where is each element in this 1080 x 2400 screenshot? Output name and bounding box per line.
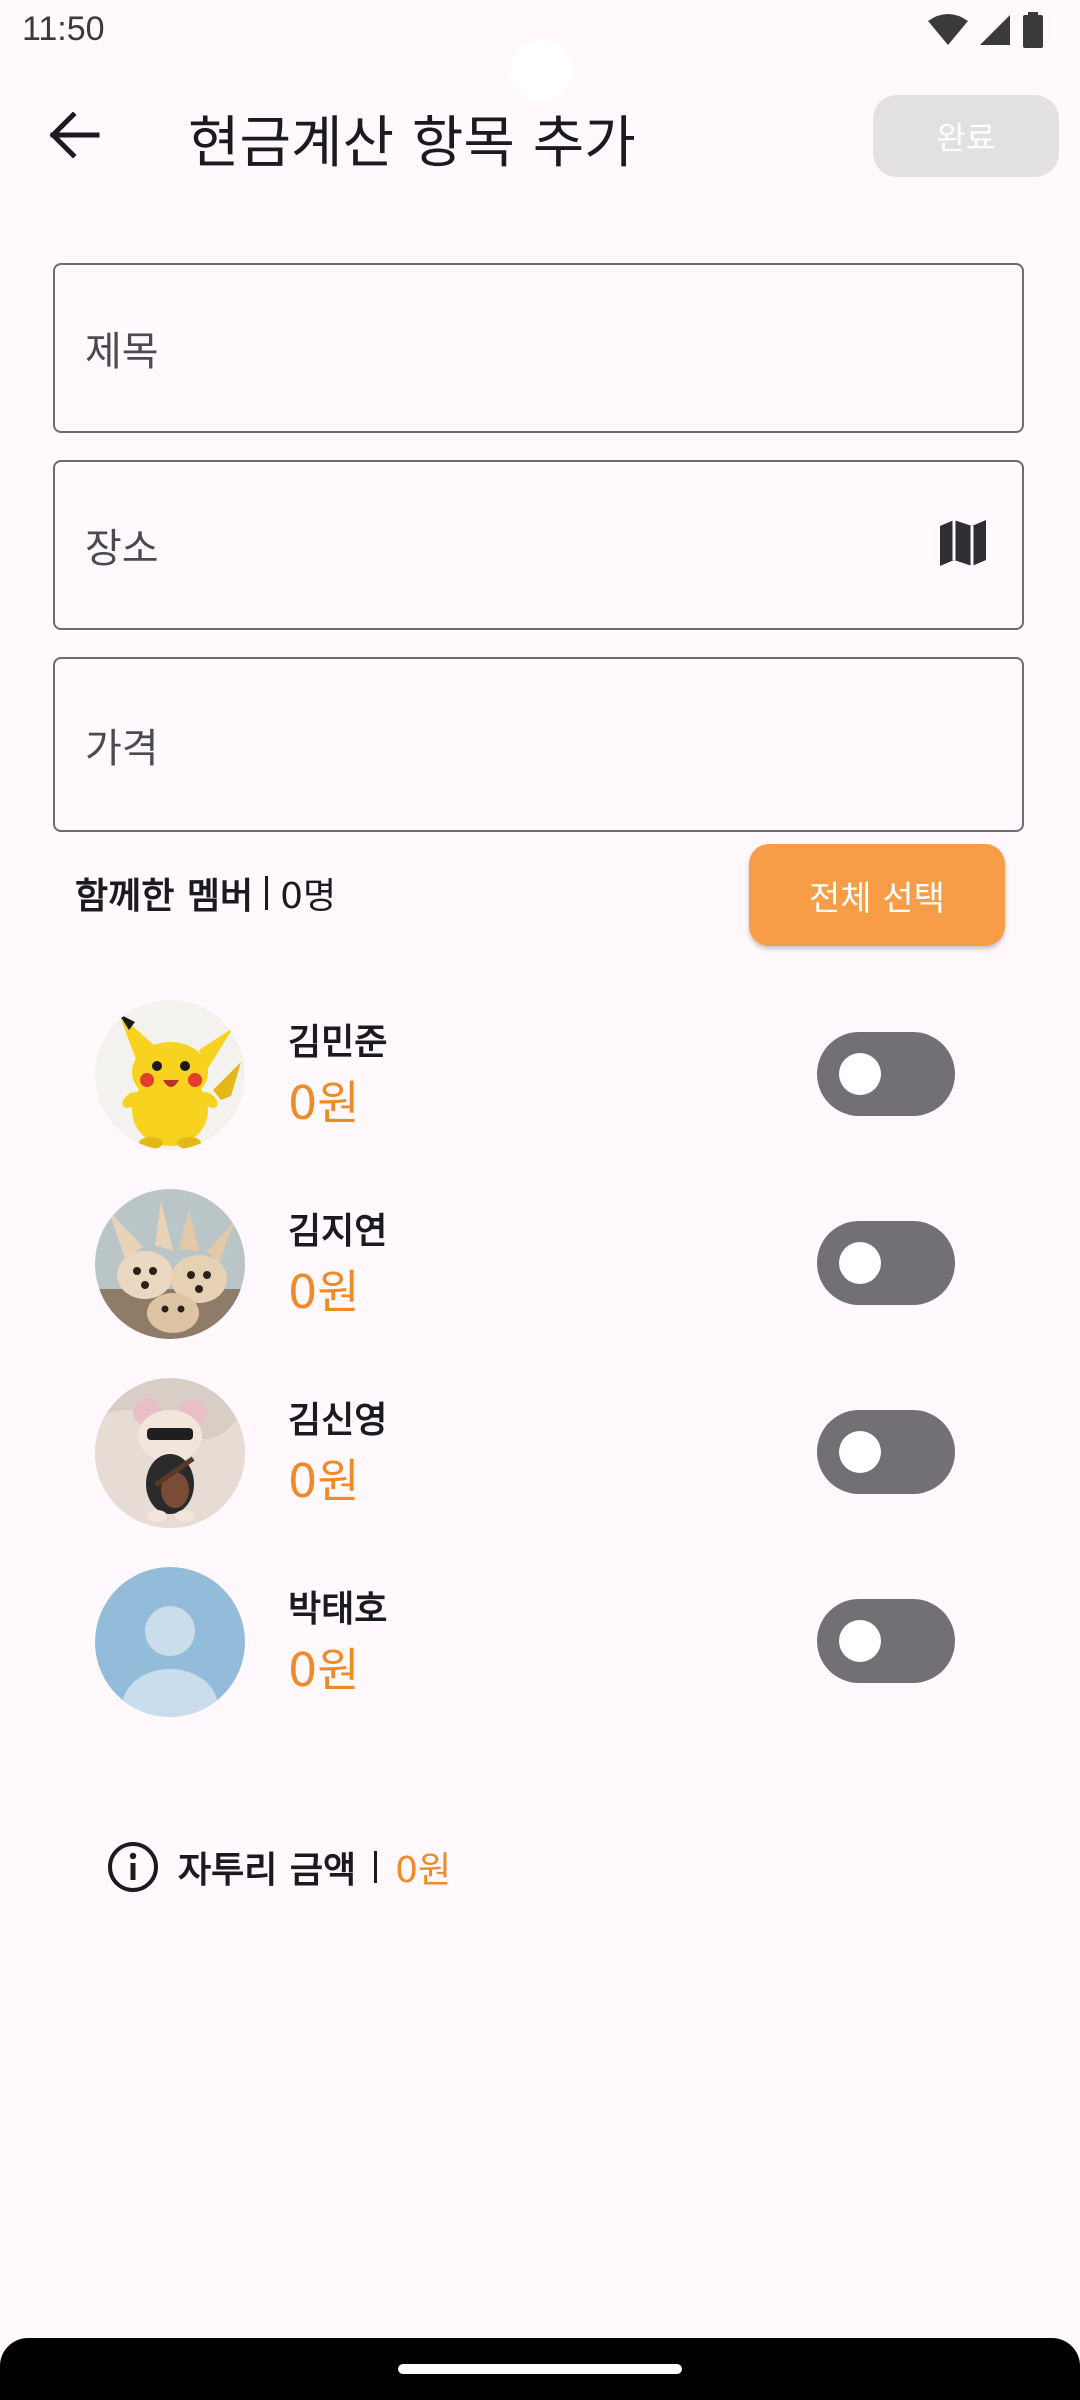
toggle-knob: [839, 1431, 881, 1473]
member-toggle[interactable]: [817, 1410, 955, 1494]
member-amount: 0원: [288, 1454, 360, 1508]
avatar-pikachu: [95, 1000, 245, 1150]
info-icon: [108, 1842, 158, 1892]
avatar-fennec-foxes: [95, 1189, 245, 1339]
member-row: 김신영 0원: [0, 1373, 1080, 1533]
home-gesture-handle[interactable]: [398, 2364, 682, 2374]
select-all-button[interactable]: 전체 선택: [749, 844, 1005, 946]
member-name: 김민준: [288, 1022, 388, 1063]
arrow-back-icon: [49, 112, 100, 158]
toggle-knob: [839, 1620, 881, 1662]
members-title: 함께한 멤버: [75, 876, 254, 917]
title-placeholder: 제목: [85, 329, 159, 375]
price-field[interactable]: 가격: [53, 657, 1024, 832]
remainder-divider: [374, 1851, 378, 1883]
avatar-plush-toy-guitar: [95, 1378, 245, 1528]
toggle-knob: [839, 1242, 881, 1284]
map-icon[interactable]: [938, 518, 988, 572]
place-field[interactable]: 장소: [53, 460, 1024, 630]
done-button[interactable]: 완료: [873, 95, 1059, 177]
title-field[interactable]: 제목: [53, 263, 1024, 433]
members-count: 0명: [280, 876, 337, 917]
members-label: 함께한 멤버 0명: [75, 867, 336, 919]
place-placeholder: 장소: [85, 526, 159, 572]
remainder-label: 자투리 금액: [178, 1850, 357, 1891]
remainder-row: 자투리 금액 0원: [106, 1840, 451, 1894]
wifi-icon: [928, 14, 968, 45]
member-name: 김지연: [288, 1211, 388, 1252]
members-divider: [265, 876, 269, 910]
battery-icon: [1023, 12, 1043, 48]
member-row: 박태호 0원: [0, 1562, 1080, 1722]
price-placeholder: 가격: [85, 725, 159, 772]
status-time: 11:50: [22, 10, 105, 48]
toggle-knob: [839, 1053, 881, 1095]
camera-cutout: [510, 40, 572, 102]
member-amount: 0원: [288, 1076, 360, 1130]
member-toggle[interactable]: [817, 1599, 955, 1683]
cell-signal-icon: [980, 15, 1010, 45]
member-amount: 0원: [288, 1643, 360, 1697]
remainder-amount: 0원: [395, 1850, 452, 1891]
back-button[interactable]: [40, 100, 110, 170]
member-name: 김신영: [288, 1400, 388, 1441]
status-icons: [928, 12, 1044, 48]
member-amount: 0원: [288, 1265, 360, 1319]
member-toggle[interactable]: [817, 1221, 955, 1305]
member-toggle[interactable]: [817, 1032, 955, 1116]
page-title: 현금계산 항목 추가: [188, 111, 636, 176]
member-name: 박태호: [288, 1589, 388, 1630]
member-row: 김민준 0원: [0, 995, 1080, 1155]
member-row: 김지연 0원: [0, 1184, 1080, 1344]
avatar-default-person: [95, 1567, 245, 1717]
